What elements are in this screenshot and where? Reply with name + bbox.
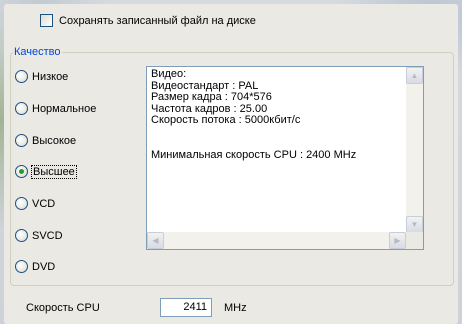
save-file-label: Сохранять записанный файл на диске (59, 14, 256, 27)
info-line: Минимальная скорость CPU : 2400 MHz (151, 149, 357, 162)
radio-normal[interactable]: Нормальное (15, 102, 96, 115)
radio-vcd-label: VCD (32, 197, 56, 210)
save-file-checkbox[interactable] (40, 14, 53, 27)
radio-low[interactable]: Низкое (15, 70, 68, 83)
horizontal-scrollbar[interactable]: ◀ ▶ (147, 232, 406, 249)
radio-svcd-label: SVCD (32, 229, 63, 242)
info-line: Видео: (151, 68, 187, 80)
radio-highest-circle[interactable] (15, 165, 28, 178)
radio-highest[interactable]: Высшее (15, 164, 77, 179)
radio-normal-circle[interactable] (15, 102, 28, 115)
radio-svcd-circle[interactable] (15, 229, 28, 242)
video-info-textbox[interactable]: Видео: Видеостандарт : PAL Размер кадра … (146, 66, 424, 250)
radio-vcd-circle[interactable] (15, 197, 28, 210)
info-line (151, 127, 399, 139)
vertical-scrollbar[interactable]: ▲ ▼ (406, 67, 423, 233)
save-file-checkbox-row[interactable]: Сохранять записанный файл на диске (40, 14, 256, 27)
radio-dvd[interactable]: DVD (15, 260, 55, 273)
radio-svcd[interactable]: SVCD (15, 229, 63, 242)
radio-low-circle[interactable] (15, 70, 28, 83)
cpu-speed-input[interactable]: 2411 (160, 298, 212, 317)
scroll-right-icon[interactable]: ▶ (389, 232, 406, 249)
cpu-speed-label: Скорость CPU (26, 302, 100, 314)
cpu-unit-label: MHz (224, 302, 247, 314)
quality-legend: Качество (14, 46, 61, 58)
scrollbar-corner (406, 232, 423, 249)
radio-highest-label: Высшее (31, 164, 77, 179)
video-info-text: Видео: Видеостандарт : PAL Размер кадра … (151, 68, 399, 162)
radio-normal-label: Нормальное (32, 102, 97, 115)
radio-high-circle[interactable] (15, 134, 28, 147)
scroll-down-icon[interactable]: ▼ (406, 216, 423, 233)
radio-dvd-label: DVD (32, 260, 56, 273)
radio-dvd-circle[interactable] (15, 260, 28, 273)
info-line: Скорость потока : 5000кбит/с (151, 114, 301, 127)
radio-vcd[interactable]: VCD (15, 197, 55, 210)
scroll-up-icon[interactable]: ▲ (406, 67, 423, 84)
radio-high[interactable]: Высокое (15, 134, 76, 147)
scroll-left-icon[interactable]: ◀ (147, 232, 164, 249)
radio-low-label: Низкое (32, 70, 69, 83)
radio-high-label: Высокое (32, 134, 77, 147)
